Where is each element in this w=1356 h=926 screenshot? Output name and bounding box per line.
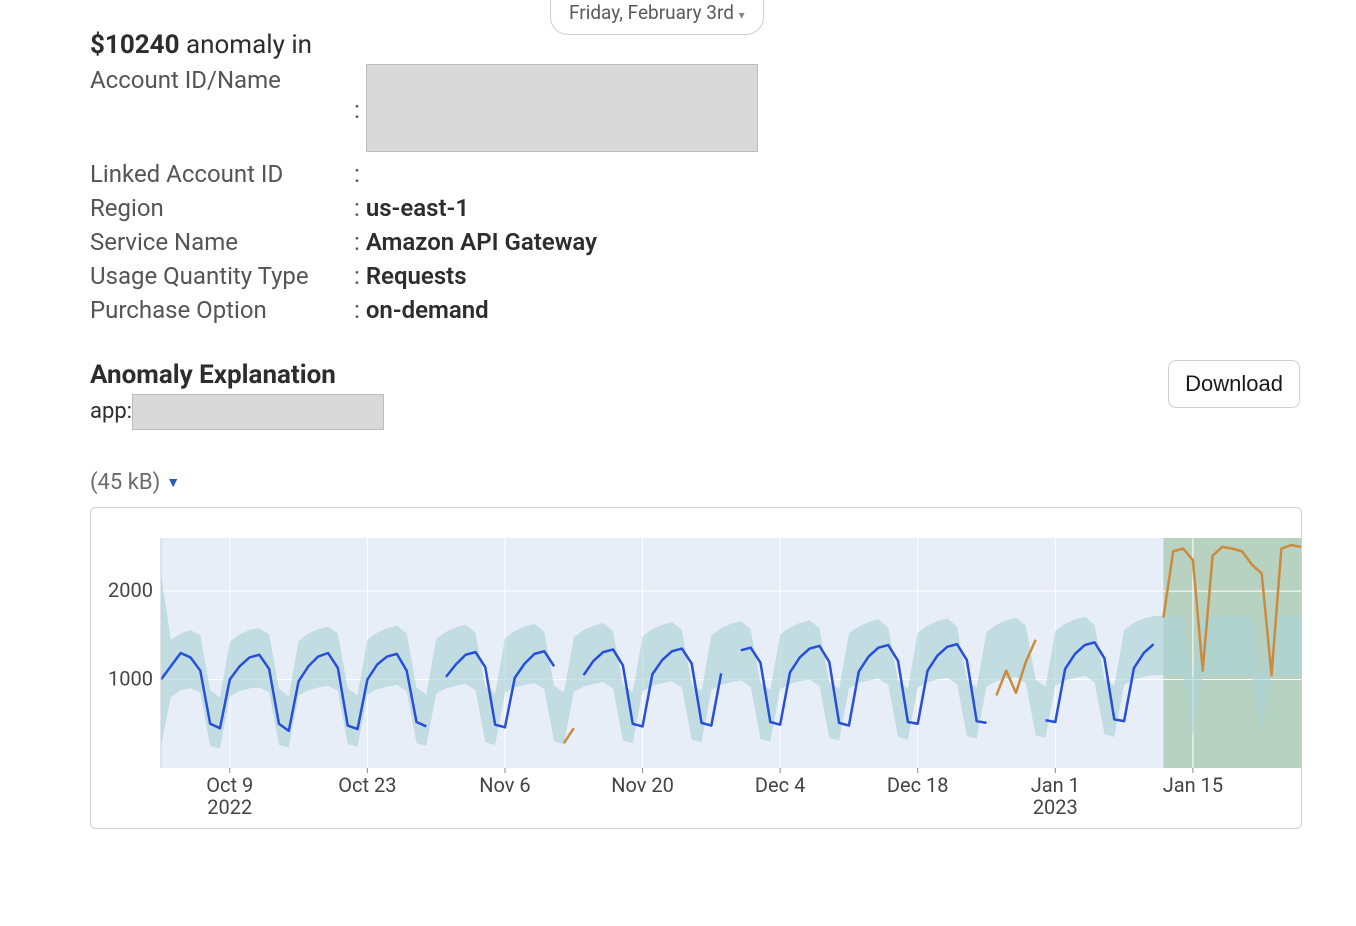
svg-text:Oct 9: Oct 9 [206,773,253,797]
explanation-app: app: [90,394,384,430]
file-size-text: (45 kB) [90,470,160,495]
date-pill-text: Friday, February 3rd [569,1,734,24]
svg-text:Jan 1: Jan 1 [1031,773,1080,797]
svg-text:2000: 2000 [108,578,153,602]
caret-down-icon: ▼ [166,474,180,491]
redacted-app-name [132,394,384,430]
svg-text:Dec 4: Dec 4 [755,773,805,797]
value-usage-qty: Requests [366,262,467,290]
label-purchase-opt: Purchase Option [90,296,348,324]
chevron-down-icon: ▾ [739,8,745,22]
svg-text:Jan 15: Jan 15 [1163,773,1223,797]
redacted-account-block [366,64,758,152]
download-button-label: Download [1185,371,1283,396]
date-pill[interactable]: Friday, February 3rd ▾ [550,0,764,35]
explanation-title: Anomaly Explanation [90,360,384,390]
svg-text:Nov 20: Nov 20 [611,773,674,797]
label-region: Region [90,194,348,222]
svg-text:2023: 2023 [1033,795,1078,819]
label-account-id: Account ID/Name [90,66,348,154]
value-service: Amazon API Gateway [366,228,597,256]
anomaly-fields: Account ID/Name : Linked Account ID : Re… [90,66,1356,324]
label-service: Service Name [90,228,348,256]
label-usage-qty: Usage Quantity Type [90,262,348,290]
svg-text:Dec 18: Dec 18 [887,773,949,797]
value-region: us-east-1 [366,194,469,222]
svg-text:2022: 2022 [207,795,252,819]
file-size-dropdown[interactable]: (45 kB) ▼ [90,470,1356,495]
anomaly-amount: $10240 [90,30,180,60]
anomaly-chart: 1000 2000 Oct 92022 Oct 23 Nov 6 Nov 20 Dec 4 D… [90,507,1302,829]
download-button[interactable]: Download [1168,360,1300,408]
label-linked-account: Linked Account ID [90,160,348,188]
svg-text:1000: 1000 [108,667,153,691]
value-purchase-opt: on-demand [366,296,489,324]
svg-text:Nov 6: Nov 6 [479,773,530,797]
anomaly-suffix: anomaly in [186,30,312,60]
explanation-app-label: app: [90,399,132,424]
svg-text:Oct 23: Oct 23 [338,773,396,797]
